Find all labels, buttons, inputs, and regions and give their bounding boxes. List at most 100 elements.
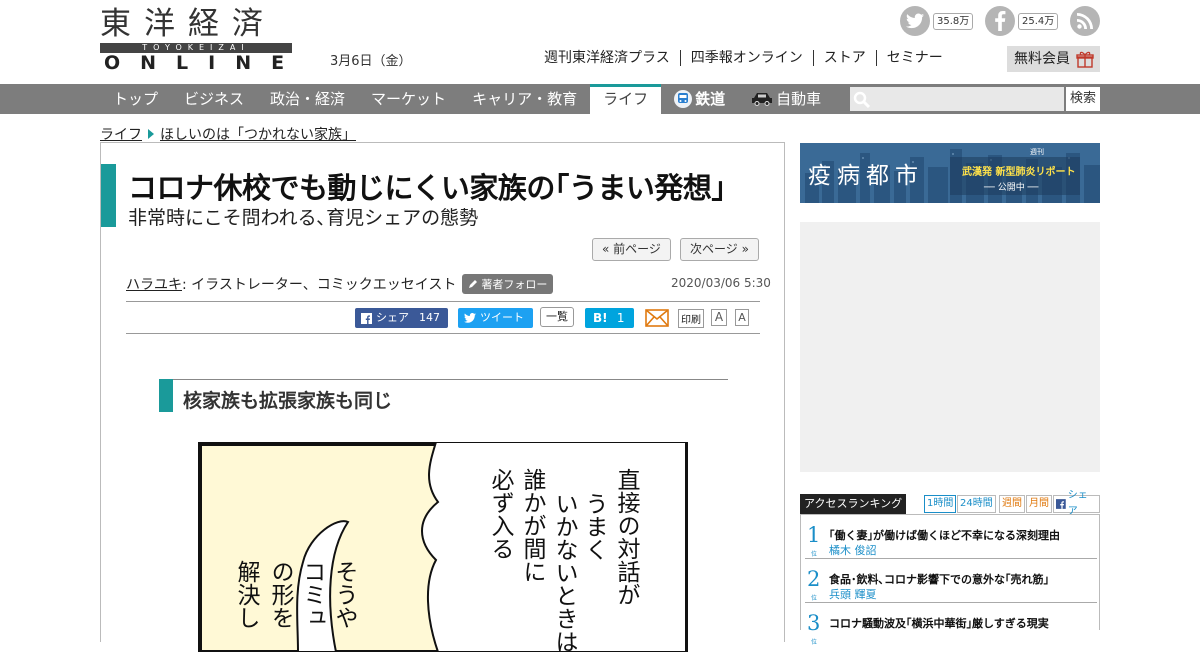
- car-icon: [752, 93, 773, 106]
- next-page-button[interactable]: 次ページ »: [680, 238, 759, 261]
- ranking-tab-weekly[interactable]: 週間: [999, 495, 1025, 513]
- mail-icon[interactable]: [645, 308, 669, 328]
- prev-page-button[interactable]: « 前ページ: [592, 238, 671, 261]
- ranking-author[interactable]: 橘木 俊詔: [829, 542, 877, 558]
- nav-politics-economy[interactable]: 政治・経済: [257, 84, 358, 114]
- facebook-share-button[interactable]: シェア 147: [355, 308, 448, 328]
- nav-life[interactable]: ライフ: [590, 84, 662, 114]
- ranking-suffix: 位: [811, 551, 818, 558]
- ad-placeholder: [800, 222, 1100, 472]
- author-line: ハラユキ : イラストレーター、コミックエッセイスト 著者フォロー: [126, 274, 554, 294]
- twitter-icon: [464, 313, 476, 323]
- main-nav: トップ ビジネス 政治・経済 マーケット キャリア・教育 ライフ 鉄道 自動車 …: [0, 84, 1200, 114]
- comic-text: の形を: [267, 560, 295, 629]
- comic-text: コミュ: [299, 560, 325, 629]
- facebook-icon: [1056, 499, 1066, 509]
- share-bar: シェア 147 ツイート 一覧 B! 1 印刷 A A: [126, 307, 760, 329]
- ranking-title: アクセスランキング: [800, 494, 907, 514]
- nav-rail[interactable]: 鉄道: [661, 84, 738, 114]
- twitter-follow[interactable]: 35.8万: [900, 6, 974, 36]
- nav-market[interactable]: マーケット: [358, 84, 459, 114]
- ranking-title-text: ｢働く妻｣が働けば働くほど不幸になる深刻理由: [829, 529, 1060, 542]
- nav-top[interactable]: トップ: [100, 84, 171, 114]
- section-accent-bar: [159, 379, 173, 412]
- comic-text: 必ず入る: [487, 468, 515, 560]
- ranking-suffix: 位: [811, 639, 818, 646]
- print-button[interactable]: 印刷: [678, 309, 704, 328]
- tweet-label: ツイート: [480, 311, 524, 324]
- ranking-item[interactable]: 1 位 ｢働く妻｣が働けば働くほど不幸になる深刻理由 橘木 俊詔: [805, 519, 1097, 559]
- nav-career-education[interactable]: キャリア・教育: [459, 84, 590, 114]
- ranking-item[interactable]: 3 位 コロナ騒動波及｢横浜中華街｣厳しすぎる現実: [805, 607, 1097, 647]
- follow-author-button[interactable]: 著者フォロー: [462, 274, 554, 294]
- free-member-label: 無料会員: [1014, 51, 1070, 67]
- chevron-right-icon: [148, 129, 154, 139]
- section-rule: [159, 379, 728, 380]
- ranking-number: 1: [807, 523, 821, 547]
- free-member-button[interactable]: 無料会員: [1007, 46, 1100, 72]
- ad-banner[interactable]: 疫病都市 週刊 武漢発 新型肺炎リポート ── 公開中 ──: [800, 143, 1100, 203]
- hatena-bookmark-button[interactable]: B! 1: [585, 308, 634, 328]
- search-input[interactable]: [850, 87, 1064, 111]
- breadcrumb-series[interactable]: ほしいのは「つかれない家族」: [160, 124, 356, 144]
- ranking-number: 3: [807, 611, 821, 635]
- font-large-button[interactable]: A: [711, 309, 727, 326]
- ranking-tab-1hour[interactable]: 1時間: [924, 495, 957, 513]
- pen-icon: [469, 280, 478, 288]
- comic-text: うまく: [581, 492, 607, 561]
- author-name[interactable]: ハラユキ: [126, 274, 182, 294]
- section-heading: 核家族も拡張家族も同じ: [183, 390, 393, 412]
- title-accent-bar: [101, 164, 116, 227]
- nav-car[interactable]: 自動車: [738, 84, 834, 114]
- logo-online: ONLINE: [104, 52, 305, 74]
- ranking-list: 1 位 ｢働く妻｣が働けば働くほど不幸になる深刻理由 橘木 俊詔 2 位 食品･…: [800, 514, 1100, 646]
- ranking-item[interactable]: 2 位 食品･飲料､コロナ影響下での意外な｢売れ筋｣ 兵頭 輝夏: [805, 563, 1097, 603]
- header-link-weekly[interactable]: 週刊東洋経済プラス: [540, 50, 680, 66]
- site-header: 東洋経済 TOYOKEIZAI ONLINE 3月6日（金） 35.8万 25.…: [0, 0, 1200, 84]
- gift-icon: [1076, 51, 1094, 68]
- ranking-tab-share[interactable]: シェア: [1053, 490, 1100, 517]
- breadcrumb-section[interactable]: ライフ: [100, 124, 142, 144]
- nav-business[interactable]: ビジネス: [171, 84, 257, 114]
- font-small-button[interactable]: A: [735, 309, 749, 326]
- ranking-tab-24hours[interactable]: 24時間: [957, 495, 996, 513]
- comic-panel: 直接の対話が うまく いかないときは 誰かが間に 必ず入る そうや コミュ の形…: [198, 442, 688, 652]
- twitter-count: 35.8万: [933, 12, 974, 30]
- author-role: : イラストレーター、コミックエッセイスト: [182, 277, 457, 293]
- facebook-icon: [985, 6, 1015, 36]
- tweet-button[interactable]: ツイート: [458, 308, 533, 328]
- header-link-seminar[interactable]: セミナー: [875, 50, 953, 66]
- ranking-suffix: 位: [811, 595, 818, 602]
- breadcrumb: ライフ ほしいのは「つかれない家族」: [100, 124, 356, 144]
- rss-link[interactable]: [1070, 6, 1100, 36]
- divider: [126, 333, 760, 334]
- ranking-tab-monthly[interactable]: 月間: [1026, 495, 1052, 513]
- nav-car-label: 自動車: [776, 90, 822, 108]
- ranking-title-text: 食品･飲料､コロナ影響下での意外な｢売れ筋｣: [829, 573, 1049, 586]
- hatena-label: B!: [593, 311, 608, 325]
- tweet-list-button[interactable]: 一覧: [540, 307, 574, 327]
- facebook-follow[interactable]: 25.4万: [985, 6, 1059, 36]
- divider: [126, 301, 760, 302]
- logo-kanji: 東洋経済: [100, 6, 276, 42]
- header-link-shikiho[interactable]: 四季報オンライン: [679, 50, 813, 66]
- ranking-author[interactable]: 兵頭 輝夏: [829, 586, 877, 602]
- search-button[interactable]: 検索: [1066, 87, 1100, 111]
- ad-title: 疫病都市: [808, 163, 924, 189]
- ranking-header: アクセスランキング 1時間 24時間 週間 月間 シェア: [800, 490, 1100, 517]
- publish-date: 2020/03/06 5:30: [671, 276, 771, 290]
- ranking-number: 2: [807, 567, 821, 591]
- comic-text: いかないときは: [551, 492, 578, 652]
- ad-label: 週刊: [1030, 148, 1044, 156]
- header-date: 3月6日（金）: [330, 54, 412, 69]
- article-title: コロナ休校でも動じにくい家族の｢うまい発想｣: [128, 171, 726, 205]
- comic-text: そうや: [331, 560, 358, 629]
- header-links: 週刊東洋経済プラス 四季報オンライン ストア セミナー: [540, 50, 953, 66]
- header-link-store[interactable]: ストア: [812, 50, 876, 66]
- site-logo[interactable]: 東洋経済 TOYOKEIZAI ONLINE: [100, 6, 292, 73]
- ad-status: ── 公開中 ──: [984, 183, 1039, 193]
- rss-icon: [1070, 6, 1100, 36]
- facebook-share-count: 147: [419, 311, 440, 324]
- hatena-count: 1: [616, 311, 625, 325]
- search-icon: [853, 91, 871, 109]
